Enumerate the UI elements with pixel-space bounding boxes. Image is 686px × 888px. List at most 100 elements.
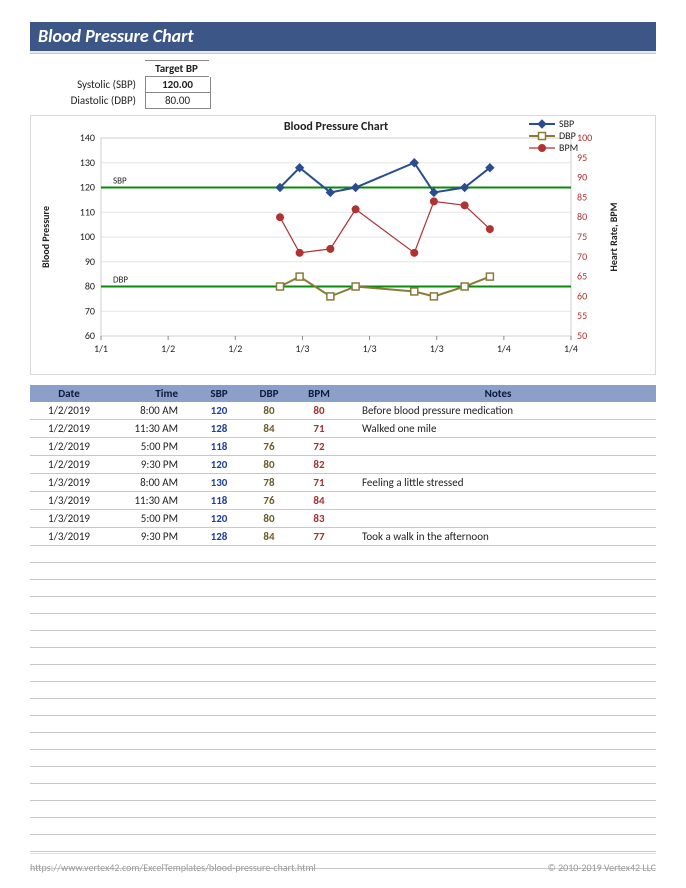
sbp-label: Systolic (SBP) xyxy=(30,77,142,92)
cell-dbp: 80 xyxy=(244,457,294,472)
col-notes: Notes xyxy=(344,387,652,400)
table-row[interactable]: 1/2/201911:30 AM1288471Walked one mile xyxy=(30,420,656,438)
svg-text:1/3: 1/3 xyxy=(363,342,377,355)
cell-bpm: 71 xyxy=(294,475,344,490)
svg-text:65: 65 xyxy=(577,269,587,282)
svg-text:90: 90 xyxy=(577,170,587,183)
svg-text:75: 75 xyxy=(577,230,587,243)
col-date: Date xyxy=(34,387,104,400)
cell-bpm: 77 xyxy=(294,529,344,544)
table-row-empty[interactable] xyxy=(30,580,656,597)
readings-table: Date Time SBP DBP BPM Notes 1/2/20198:00… xyxy=(30,385,656,869)
footer-url: https://www.vertex42.com/ExcelTemplates/… xyxy=(30,861,316,874)
svg-text:60: 60 xyxy=(577,289,587,302)
title-underline xyxy=(30,51,656,54)
cell-time: 11:30 AM xyxy=(104,493,194,508)
table-row-empty[interactable] xyxy=(30,682,656,699)
table-row[interactable]: 1/2/20199:30 PM1208082 xyxy=(30,456,656,474)
table-row-empty[interactable] xyxy=(30,648,656,665)
cell-date: 1/2/2019 xyxy=(34,457,104,472)
table-row-empty[interactable] xyxy=(30,716,656,733)
cell-sbp: 118 xyxy=(194,493,244,508)
svg-text:Blood Pressure Chart: Blood Pressure Chart xyxy=(284,120,388,134)
cell-notes xyxy=(344,439,652,454)
table-row-empty[interactable] xyxy=(30,699,656,716)
svg-text:Heart Rate, BPM: Heart Rate, BPM xyxy=(607,202,620,271)
cell-bpm: 83 xyxy=(294,511,344,526)
col-time: Time xyxy=(104,387,194,400)
svg-text:70: 70 xyxy=(577,249,587,262)
cell-dbp: 84 xyxy=(244,529,294,544)
cell-notes: Before blood pressure medication xyxy=(344,403,652,418)
cell-notes xyxy=(344,457,652,472)
target-sbp-input[interactable]: 120.00 xyxy=(145,77,211,93)
cell-dbp: 80 xyxy=(244,511,294,526)
table-row-empty[interactable] xyxy=(30,767,656,784)
cell-date: 1/3/2019 xyxy=(34,511,104,526)
table-row-empty[interactable] xyxy=(30,801,656,818)
table-row-empty[interactable] xyxy=(30,665,656,682)
svg-text:80: 80 xyxy=(85,279,95,292)
page-title: Blood Pressure Chart xyxy=(30,22,656,51)
table-row[interactable]: 1/3/20199:30 PM1288477Took a walk in the… xyxy=(30,528,656,546)
bp-chart: Blood Pressure ChartSBPDBP60708090100110… xyxy=(31,116,655,372)
target-bp-block: x Target BP Systolic (SBP) 120.00 Diasto… xyxy=(30,60,656,109)
dbp-label: Diastolic (DBP) xyxy=(30,93,142,108)
table-row-empty[interactable] xyxy=(30,818,656,835)
table-header: Date Time SBP DBP BPM Notes xyxy=(30,385,656,402)
table-row-empty[interactable] xyxy=(30,750,656,767)
col-bpm: BPM xyxy=(294,387,344,400)
cell-notes xyxy=(344,511,652,526)
table-row-empty[interactable] xyxy=(30,784,656,801)
table-row[interactable]: 1/3/201911:30 AM1187684 xyxy=(30,492,656,510)
cell-bpm: 72 xyxy=(294,439,344,454)
svg-text:100: 100 xyxy=(80,230,95,243)
cell-sbp: 120 xyxy=(194,403,244,418)
table-row-empty[interactable] xyxy=(30,835,656,852)
page-footer: https://www.vertex42.com/ExcelTemplates/… xyxy=(30,853,656,874)
svg-text:1/3: 1/3 xyxy=(295,342,309,355)
cell-time: 9:30 PM xyxy=(104,457,194,472)
svg-text:85: 85 xyxy=(577,190,587,203)
table-row-empty[interactable] xyxy=(30,546,656,563)
cell-notes: Walked one mile xyxy=(344,421,652,436)
cell-notes: Took a walk in the afternoon xyxy=(344,529,652,544)
cell-dbp: 80 xyxy=(244,403,294,418)
cell-time: 8:00 AM xyxy=(104,475,194,490)
table-row-empty[interactable] xyxy=(30,733,656,750)
svg-text:95: 95 xyxy=(577,150,587,163)
cell-notes xyxy=(344,493,652,508)
table-row-empty[interactable] xyxy=(30,631,656,648)
svg-text:55: 55 xyxy=(577,309,587,322)
svg-text:70: 70 xyxy=(85,304,95,317)
svg-text:60: 60 xyxy=(85,329,95,342)
target-dbp-input[interactable]: 80.00 xyxy=(145,93,211,109)
cell-time: 8:00 AM xyxy=(104,403,194,418)
cell-sbp: 120 xyxy=(194,457,244,472)
cell-sbp: 118 xyxy=(194,439,244,454)
svg-text:1/3: 1/3 xyxy=(430,342,444,355)
cell-time: 9:30 PM xyxy=(104,529,194,544)
svg-text:1/2: 1/2 xyxy=(228,342,242,355)
cell-dbp: 76 xyxy=(244,493,294,508)
table-row[interactable]: 1/2/20195:00 PM1187672 xyxy=(30,438,656,456)
cell-time: 5:00 PM xyxy=(104,511,194,526)
svg-text:120: 120 xyxy=(80,180,95,193)
cell-dbp: 76 xyxy=(244,439,294,454)
cell-date: 1/3/2019 xyxy=(34,529,104,544)
cell-bpm: 71 xyxy=(294,421,344,436)
svg-text:90: 90 xyxy=(85,254,95,267)
table-row-empty[interactable] xyxy=(30,614,656,631)
col-sbp: SBP xyxy=(194,387,244,400)
cell-bpm: 82 xyxy=(294,457,344,472)
cell-date: 1/2/2019 xyxy=(34,403,104,418)
svg-text:BPM: BPM xyxy=(559,141,578,154)
table-row[interactable]: 1/3/20198:00 AM1307871Feeling a little s… xyxy=(30,474,656,492)
table-row-empty[interactable] xyxy=(30,563,656,580)
cell-sbp: 130 xyxy=(194,475,244,490)
svg-text:Blood Pressure: Blood Pressure xyxy=(39,206,52,268)
table-row[interactable]: 1/2/20198:00 AM1208080Before blood press… xyxy=(30,402,656,420)
svg-text:1/1: 1/1 xyxy=(94,342,108,355)
table-row[interactable]: 1/3/20195:00 PM1208083 xyxy=(30,510,656,528)
table-row-empty[interactable] xyxy=(30,597,656,614)
